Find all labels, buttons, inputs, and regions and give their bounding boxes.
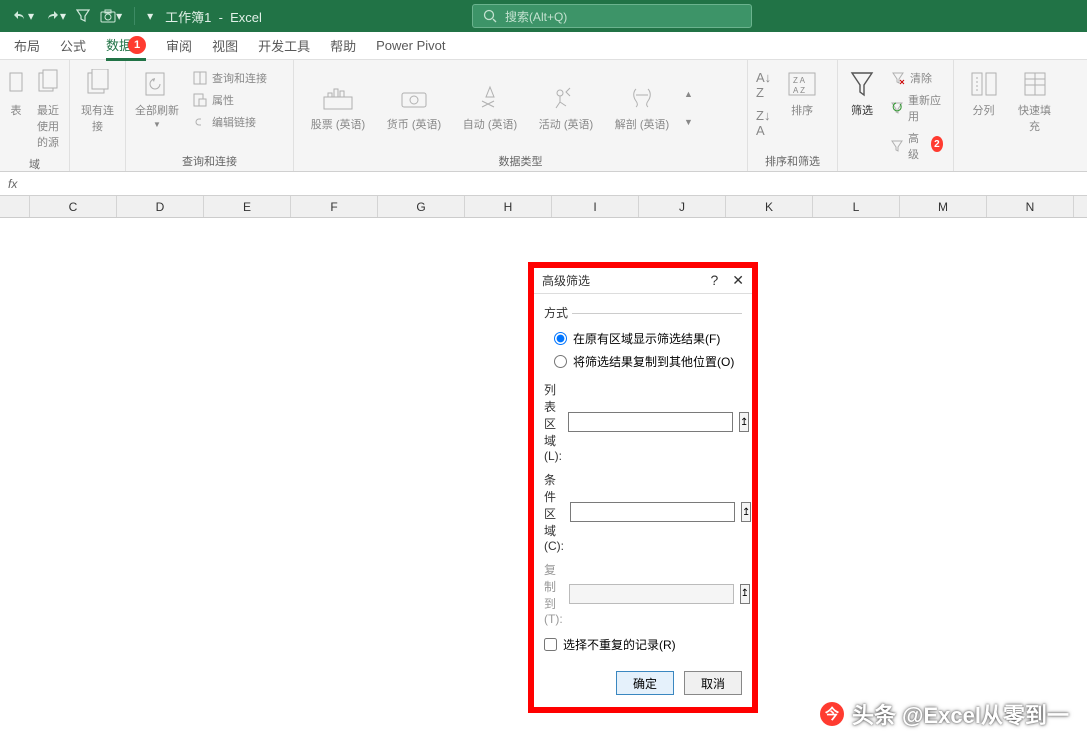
- col-header[interactable]: N: [987, 196, 1074, 217]
- sort-button[interactable]: Z AA Z 排序: [777, 64, 827, 122]
- col-header[interactable]: I: [552, 196, 639, 217]
- advanced-filter-button[interactable]: 高级2: [886, 128, 947, 164]
- existing-connections-button[interactable]: 现有连接: [76, 64, 119, 138]
- redo-button[interactable]: ▾: [40, 6, 70, 26]
- data-types-more[interactable]: ▲▼: [680, 85, 697, 131]
- copy-to-input: [569, 584, 734, 604]
- reapply-button[interactable]: 重新应用: [886, 90, 947, 126]
- anatomy-button[interactable]: 解剖 (英语): [604, 80, 680, 136]
- svg-text:Z A: Z A: [793, 76, 806, 85]
- filter-icon[interactable]: [72, 7, 94, 25]
- svg-text:A Z: A Z: [793, 86, 805, 95]
- fx-label: fx: [8, 177, 17, 191]
- sort-desc-icon[interactable]: Z↓A: [756, 108, 771, 138]
- search-box[interactable]: 搜索(Alt+Q): [472, 4, 752, 28]
- tab-layout[interactable]: 布局: [4, 32, 50, 59]
- search-placeholder: 搜索(Alt+Q): [505, 8, 567, 25]
- list-range-label: 列表区域(L):: [544, 381, 562, 463]
- col-header[interactable]: G: [378, 196, 465, 217]
- tab-view[interactable]: 视图: [202, 32, 248, 59]
- group-label: 域: [6, 154, 63, 172]
- criteria-range-input[interactable]: [570, 502, 735, 522]
- quick-access-toolbar: ▾ ▾ ▾ ▾: [8, 6, 157, 26]
- unique-records-checkbox[interactable]: 选择不重复的记录(R): [544, 636, 742, 653]
- copy-to-label: 复制到(T):: [544, 561, 563, 626]
- column-headers: C D E F G H I J K L M N: [0, 196, 1087, 218]
- corner-cell[interactable]: [0, 196, 30, 217]
- close-icon[interactable]: ✕: [732, 272, 744, 289]
- ribbon-tabs: 布局 公式 数据1 审阅 视图 开发工具 帮助 Power Pivot: [0, 32, 1087, 60]
- tab-review[interactable]: 审阅: [156, 32, 202, 59]
- dialog-titlebar[interactable]: 高级筛选 ? ✕: [534, 268, 752, 294]
- activity-button[interactable]: 活动 (英语): [528, 80, 604, 136]
- toutiao-icon: 今: [820, 702, 844, 726]
- col-header[interactable]: K: [726, 196, 813, 217]
- cancel-button[interactable]: 取消: [684, 671, 742, 695]
- list-range-input[interactable]: [568, 412, 733, 432]
- currency-button[interactable]: 货币 (英语): [376, 80, 452, 136]
- recent-sources-button[interactable]: 最近使用的源: [30, 64, 66, 154]
- range-picker-icon[interactable]: ↥: [739, 412, 749, 432]
- col-header[interactable]: J: [639, 196, 726, 217]
- col-header[interactable]: C: [30, 196, 117, 217]
- group-label: 查询和连接: [132, 151, 287, 169]
- filter-button[interactable]: 筛选: [844, 64, 880, 122]
- titlebar: ▾ ▾ ▾ ▾ 工作簿1 - Excel 搜索(Alt+Q): [0, 0, 1087, 32]
- sort-asc-icon[interactable]: A↓Z: [756, 70, 771, 100]
- flash-fill-button[interactable]: 快速填充: [1011, 64, 1058, 138]
- clear-filter-button[interactable]: 清除: [886, 68, 947, 88]
- dialog-title: 高级筛选: [542, 272, 590, 289]
- ribbon: 表 最近使用的源 域 现有连接 全部刷新▼ 查询和连接 属性: [0, 60, 1087, 172]
- method-label: 方式: [544, 304, 742, 321]
- col-header[interactable]: E: [204, 196, 291, 217]
- stocks-button[interactable]: 股票 (英语): [300, 80, 376, 136]
- document-title: 工作簿1 - Excel: [165, 7, 262, 26]
- refresh-all-button[interactable]: 全部刷新▼: [132, 64, 182, 133]
- tab-data[interactable]: 数据1: [96, 31, 156, 60]
- range-picker-icon[interactable]: ↥: [740, 584, 750, 604]
- from-table-button[interactable]: 表: [6, 64, 26, 122]
- tab-powerpivot[interactable]: Power Pivot: [366, 34, 455, 57]
- advanced-filter-dialog: 高级筛选 ? ✕ 方式 在原有区域显示筛选结果(F) 将筛选结果复制到其他位置(…: [528, 262, 758, 713]
- annotation-badge-1: 1: [128, 36, 146, 54]
- tab-dev[interactable]: 开发工具: [248, 32, 320, 59]
- radio-copy-elsewhere[interactable]: 将筛选结果复制到其他位置(O): [544, 350, 742, 373]
- help-icon[interactable]: ?: [710, 272, 718, 289]
- watermark: 今 头条 @Excel从零到一: [820, 698, 1069, 730]
- search-icon: [483, 9, 497, 23]
- qat-customize[interactable]: ▾: [143, 7, 157, 25]
- radio-filter-in-place[interactable]: 在原有区域显示筛选结果(F): [544, 327, 742, 350]
- properties-button[interactable]: 属性: [188, 90, 271, 110]
- formula-bar: fx: [0, 172, 1087, 196]
- queries-connections-button[interactable]: 查询和连接: [188, 68, 271, 88]
- group-label: 数据类型: [300, 151, 741, 169]
- criteria-range-label: 条件区域(C):: [544, 471, 564, 553]
- tab-formulas[interactable]: 公式: [50, 32, 96, 59]
- col-header[interactable]: L: [813, 196, 900, 217]
- edit-links-button[interactable]: 编辑链接: [188, 112, 271, 132]
- ok-button[interactable]: 确定: [616, 671, 674, 695]
- text-to-columns-button[interactable]: 分列: [960, 64, 1007, 122]
- undo-button[interactable]: ▾: [8, 6, 38, 26]
- range-picker-icon[interactable]: ↥: [741, 502, 751, 522]
- annotation-badge-2: 2: [931, 136, 943, 152]
- col-header[interactable]: M: [900, 196, 987, 217]
- formula-input[interactable]: [25, 172, 1079, 195]
- auto-button[interactable]: 自动 (英语): [452, 80, 528, 136]
- camera-icon[interactable]: ▾: [96, 7, 126, 25]
- tab-help[interactable]: 帮助: [320, 32, 366, 59]
- group-label: 排序和筛选: [754, 151, 831, 169]
- col-header[interactable]: F: [291, 196, 378, 217]
- col-header[interactable]: H: [465, 196, 552, 217]
- col-header[interactable]: D: [117, 196, 204, 217]
